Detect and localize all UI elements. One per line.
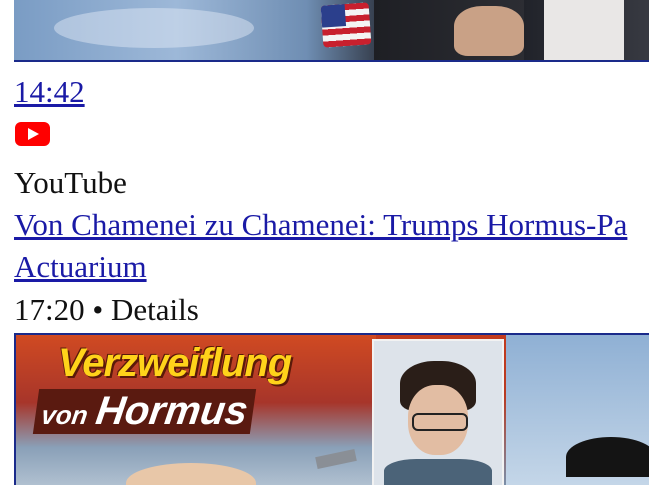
shirt-graphic: [544, 0, 624, 60]
portrait-photo: [372, 339, 504, 485]
caption-small-word: von: [39, 400, 90, 430]
hand-graphic: [454, 6, 524, 56]
map-graphic: [54, 8, 254, 48]
caption-big-word: Hormus: [93, 389, 251, 433]
glasses-graphic: [412, 413, 468, 431]
thumbnail-caption-line1: Verzweiflung: [58, 341, 292, 385]
hat-graphic: [566, 437, 649, 477]
source-label: YouTube: [14, 165, 127, 200]
us-flag-icon: [320, 2, 372, 48]
video-title-link[interactable]: Von Chamenei zu Chamenei: Trumps Hormus-…: [14, 207, 627, 243]
video-duration-link[interactable]: 14:42: [14, 74, 85, 110]
thumbnail-caption-line2: vonHormus: [32, 389, 257, 434]
top-video-thumbnail[interactable]: [14, 0, 649, 62]
channel-link[interactable]: Actuarium: [14, 249, 147, 285]
bottom-video-thumbnail[interactable]: Verzweiflung vonHormus: [14, 333, 649, 485]
youtube-icon: [15, 122, 50, 146]
video-meta: 17:20 • Details: [14, 292, 199, 327]
right-scene-graphic: [506, 335, 649, 485]
